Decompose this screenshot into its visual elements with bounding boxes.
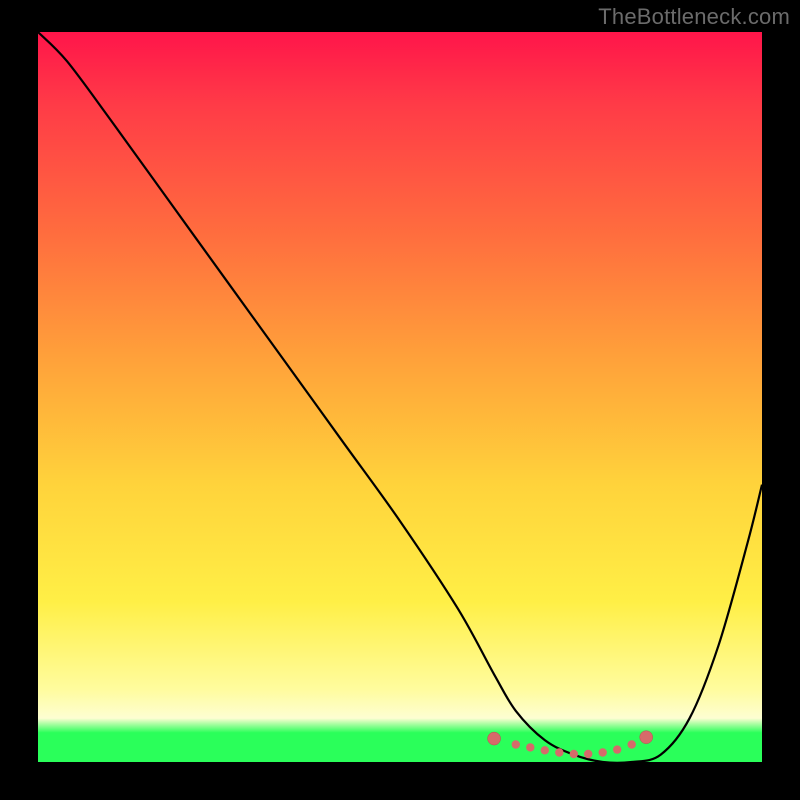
highlight-dot: [555, 748, 563, 756]
plot-area: [38, 32, 762, 762]
highlight-dot: [541, 746, 549, 754]
chart-frame: TheBottleneck.com: [0, 0, 800, 800]
highlight-dot: [584, 750, 592, 758]
highlight-dot: [526, 743, 534, 751]
bottleneck-curve: [38, 32, 762, 763]
highlight-dot: [570, 750, 578, 758]
curve-svg: [38, 32, 762, 762]
highlight-dot: [628, 740, 636, 748]
highlight-dot: [488, 732, 501, 745]
highlight-dot: [613, 745, 621, 753]
highlight-dots-group: [488, 731, 653, 759]
highlight-dot: [599, 748, 607, 756]
highlight-dot: [512, 740, 520, 748]
highlight-dot: [640, 731, 653, 744]
watermark-text: TheBottleneck.com: [598, 4, 790, 30]
